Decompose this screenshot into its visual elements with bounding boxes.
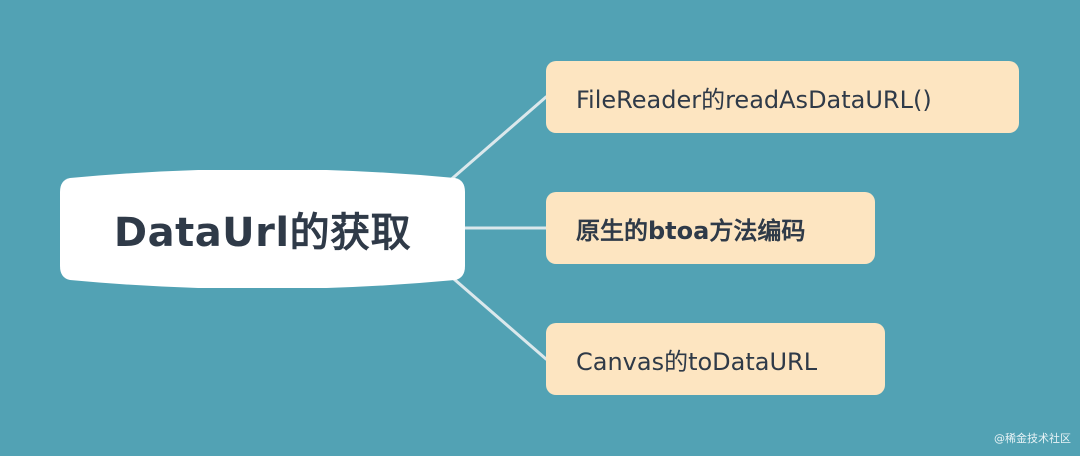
child-node-canvas[interactable]: Canvas的toDataURL — [546, 323, 885, 395]
root-node[interactable]: DataUrl的获取 — [60, 170, 465, 288]
root-node-label: DataUrl的获取 — [113, 210, 412, 256]
watermark: @稀金技术社区 — [994, 432, 1071, 445]
child-node-btoa[interactable]: 原生的btoa方法编码 — [546, 192, 875, 264]
child-node-filereader[interactable]: FileReader的readAsDataURL() — [546, 61, 1019, 133]
mindmap-canvas: DataUrl的获取 FileReader的readAsDataURL() 原生… — [0, 0, 1080, 456]
